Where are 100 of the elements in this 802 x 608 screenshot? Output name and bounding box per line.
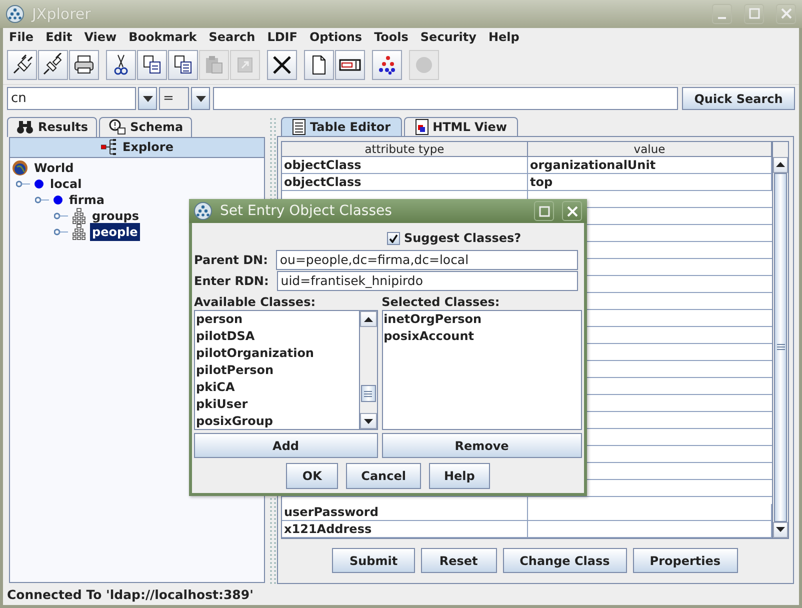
tab[interactable]: Table Editor bbox=[281, 116, 402, 136]
grip-icon bbox=[364, 390, 372, 396]
checkbox[interactable] bbox=[387, 232, 400, 244]
list-label: Available Classes: bbox=[194, 294, 317, 310]
copy-dn-button[interactable] bbox=[168, 50, 198, 80]
window-title: JXplorer bbox=[32, 4, 92, 25]
tree-node[interactable]: local bbox=[48, 174, 84, 193]
operator-combo[interactable]: = bbox=[159, 87, 189, 110]
org-chart-icon bbox=[72, 224, 86, 240]
check-icon bbox=[389, 234, 398, 242]
search-field[interactable] bbox=[213, 87, 678, 110]
refresh-button[interactable] bbox=[372, 50, 402, 80]
list-item[interactable]: pilotDSA bbox=[195, 328, 359, 345]
field-label: Parent DN: bbox=[194, 252, 268, 268]
menu-item[interactable]: Help bbox=[488, 28, 520, 46]
cut-button[interactable] bbox=[106, 50, 136, 80]
dot-icon bbox=[53, 194, 63, 205]
editor-button[interactable]: Reset bbox=[420, 548, 497, 574]
tree-handle-icon bbox=[35, 194, 49, 205]
delete-button[interactable] bbox=[267, 50, 297, 80]
list-item[interactable]: posixAccount bbox=[382, 328, 581, 345]
down-arrow-icon bbox=[364, 418, 373, 424]
close-button[interactable] bbox=[562, 201, 582, 221]
checkbox-label: Suggest Classes? bbox=[404, 230, 522, 247]
dialog-button[interactable]: Cancel bbox=[346, 463, 421, 489]
dialog-button[interactable]: Help bbox=[428, 463, 490, 489]
up-arrow-icon bbox=[364, 316, 373, 322]
tree-node[interactable]: firma bbox=[67, 190, 106, 209]
new-entry-button[interactable] bbox=[304, 50, 334, 80]
up-arrow-icon bbox=[776, 162, 785, 168]
globe-icon bbox=[12, 160, 28, 176]
table-cell: objectClass bbox=[282, 156, 528, 173]
quick-search-button[interactable]: Quick Search bbox=[682, 87, 795, 110]
text-field[interactable]: uid=frantisek_hnipirdo bbox=[276, 270, 578, 290]
binoculars-icon bbox=[16, 120, 34, 134]
copy-button[interactable] bbox=[137, 50, 167, 80]
menu-item[interactable]: View bbox=[84, 28, 117, 46]
document-icon bbox=[414, 118, 429, 135]
tree-node[interactable]: World bbox=[32, 158, 76, 177]
list-item[interactable]: pilotOrganization bbox=[195, 345, 359, 362]
maximize-button[interactable] bbox=[534, 201, 554, 221]
connect-button[interactable] bbox=[7, 50, 37, 80]
tree-handle-icon bbox=[16, 178, 30, 189]
editor-button[interactable]: Submit bbox=[332, 548, 415, 574]
scrollbar[interactable] bbox=[358, 311, 377, 429]
list-button[interactable]: Add bbox=[194, 433, 378, 458]
list-item[interactable]: posixGroup bbox=[195, 413, 359, 429]
app-icon bbox=[194, 202, 212, 220]
grip-icon bbox=[776, 344, 784, 350]
menu-item[interactable]: Edit bbox=[46, 28, 72, 46]
magnifier-icon bbox=[108, 119, 126, 136]
table-cell: userPassword bbox=[282, 504, 528, 520]
menu-item[interactable]: Options bbox=[309, 28, 362, 46]
list-item[interactable]: pkiUser bbox=[195, 396, 359, 413]
tree-handle-icon bbox=[54, 210, 68, 221]
caret-icon bbox=[196, 96, 206, 102]
tree-icon bbox=[100, 139, 119, 156]
menu-item[interactable]: Bookmark bbox=[128, 28, 197, 46]
list-button[interactable]: Remove bbox=[382, 433, 582, 458]
tab[interactable]: Explore bbox=[9, 136, 265, 157]
down-arrow-icon bbox=[776, 527, 785, 532]
tab[interactable]: Results bbox=[7, 116, 98, 137]
text-field[interactable]: ou=people,dc=firma,dc=local bbox=[276, 250, 578, 270]
tree-node[interactable]: people bbox=[90, 222, 140, 241]
tree-node[interactable]: groups bbox=[90, 206, 142, 225]
rename-button[interactable] bbox=[335, 50, 365, 80]
attribute-combo[interactable]: cn bbox=[7, 87, 136, 110]
menu-item[interactable]: File bbox=[9, 28, 34, 46]
dropdown-button[interactable] bbox=[138, 87, 157, 110]
disconnect-button[interactable] bbox=[38, 50, 68, 80]
editor-button[interactable]: Properties bbox=[632, 548, 738, 574]
tab[interactable]: HTML View bbox=[404, 116, 518, 136]
status-text: Connected To 'ldap://localhost:389' bbox=[7, 586, 254, 604]
org-chart-icon bbox=[72, 208, 86, 224]
table-cell: objectClass bbox=[282, 174, 528, 190]
list-item[interactable]: pilotPerson bbox=[195, 362, 359, 379]
list-item[interactable]: person bbox=[195, 311, 359, 328]
list-label: Selected Classes: bbox=[382, 294, 501, 310]
dropdown-button[interactable] bbox=[191, 87, 210, 110]
minimize-icon bbox=[718, 16, 726, 19]
tree-handle-icon bbox=[54, 226, 68, 237]
dialog-button[interactable]: OK bbox=[286, 463, 338, 489]
list-item[interactable]: inetOrgPerson bbox=[382, 311, 581, 328]
table-cell: x121Address bbox=[282, 520, 528, 537]
menu-item[interactable]: Tools bbox=[374, 28, 408, 46]
caret-icon bbox=[142, 96, 152, 102]
tab[interactable]: Schema bbox=[99, 116, 192, 137]
scrollbar[interactable] bbox=[772, 142, 788, 538]
field-label: Enter RDN: bbox=[194, 272, 269, 290]
list-item[interactable]: pkiCA bbox=[195, 379, 359, 396]
document-icon bbox=[292, 118, 306, 135]
dot-icon bbox=[34, 178, 44, 189]
menu-item[interactable]: Search bbox=[208, 28, 256, 46]
menu-item[interactable]: Security bbox=[420, 28, 476, 46]
dialog-title: Set Entry Object Classes bbox=[220, 202, 393, 220]
print-button[interactable] bbox=[69, 50, 99, 80]
app-icon bbox=[6, 4, 24, 23]
menu-item[interactable]: LDIF bbox=[267, 28, 298, 46]
editor-button[interactable]: Change Class bbox=[502, 548, 627, 574]
column-header[interactable]: attribute type bbox=[282, 142, 528, 156]
